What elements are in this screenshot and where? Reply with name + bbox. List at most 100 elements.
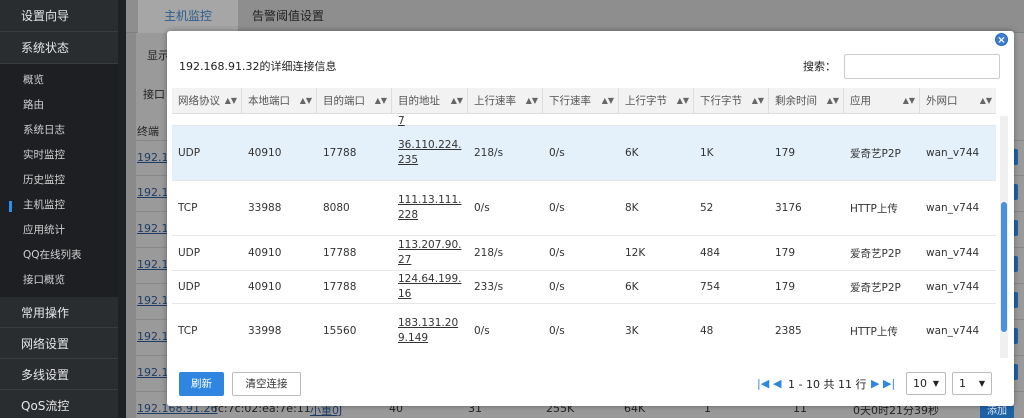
close-icon[interactable]: ×	[995, 33, 1008, 46]
table-row[interactable]: UDP 40910 17788 113.207.90.27 218/s 0/s …	[172, 236, 996, 271]
terminal-header: 终端	[137, 125, 159, 138]
cell-app: 爱奇艺P2P	[850, 147, 901, 160]
sidebar-item-app-stats[interactable]: 应用统计	[0, 218, 118, 243]
table-row[interactable]: TCP 33998 15560 183.131.209.149 0/s 0/s …	[172, 304, 996, 358]
host-ip-link[interactable]: 192.1	[137, 330, 169, 343]
sidebar-item-overview[interactable]: 概览	[0, 68, 118, 93]
cell-up-rate: 0/s	[474, 325, 490, 337]
cell-app: HTTP上传	[850, 202, 898, 215]
cell-down-bytes: 1K	[700, 147, 714, 159]
table-scrollbar[interactable]	[1000, 116, 1008, 358]
page-size-select[interactable]: 10 ▼	[906, 372, 946, 395]
sidebar-item-system-log[interactable]: 系统日志	[0, 118, 118, 143]
first-page-icon[interactable]: |◀	[757, 375, 769, 393]
cell-app: 爱奇艺P2P	[850, 281, 901, 294]
cell-up-rate: 218/s	[474, 147, 504, 159]
scrollbar-thumb[interactable]	[1001, 202, 1007, 332]
column-header-dest-port[interactable]: 目的端口 ▲▼	[317, 88, 392, 114]
dest-addr-link[interactable]: 111.13.111.228	[392, 181, 468, 235]
column-label: 外网口	[926, 95, 958, 107]
column-header-app[interactable]: 应用 ▲▼	[844, 88, 920, 114]
host-ip-link[interactable]: 192.1	[137, 294, 169, 307]
cell-local-port: 40910	[248, 247, 282, 259]
last-page-icon[interactable]: ▶|	[883, 375, 895, 393]
cell-ttl: 179	[775, 147, 796, 159]
cell-dest-port: 8080	[323, 202, 350, 214]
sidebar-item-route[interactable]: 路由	[0, 93, 118, 118]
host-ip-link[interactable]: 192.1	[137, 222, 169, 235]
column-label: 剩余时间	[775, 95, 817, 107]
sidebar-item-iface-overview[interactable]: 接口概览	[0, 268, 118, 293]
dest-addr-link[interactable]: 36.110.224.235	[392, 126, 468, 180]
cell-up-bytes: 6K	[625, 147, 639, 159]
tab-alert-threshold[interactable]: 告警阈值设置	[238, 0, 338, 33]
show-label: 显示	[147, 49, 169, 62]
table-body: 7 UDP 40910 17788 36.110.224.235 218/s 0…	[172, 114, 996, 358]
cell-local-port: 33998	[248, 325, 282, 337]
column-header-ttl[interactable]: 剩余时间 ▲▼	[769, 88, 844, 114]
sort-icon: ▲▼	[224, 96, 237, 105]
sidebar-item-label: 多线设置	[21, 367, 70, 382]
prev-page-icon[interactable]: ◀	[773, 375, 781, 393]
refresh-button[interactable]: 刷新	[179, 372, 224, 396]
dest-addr-link[interactable]: 113.207.90.27	[392, 236, 468, 270]
sidebar-item-system-status[interactable]: 系统状态	[0, 32, 118, 64]
sidebar-scrollbar[interactable]	[118, 0, 126, 418]
column-header-up-bytes[interactable]: 上行字节 ▲▼	[619, 88, 694, 114]
column-header-protocol[interactable]: 网络协议 ▲▼	[172, 88, 242, 114]
sort-icon: ▲▼	[902, 96, 915, 105]
column-header-wan[interactable]: 外网口 ▲▼	[920, 88, 996, 114]
next-page-icon[interactable]: ▶	[871, 375, 879, 393]
column-label: 目的地址	[398, 95, 440, 107]
sidebar-item-history-monitor[interactable]: 历史监控	[0, 168, 118, 193]
dest-addr-link[interactable]: 124.64.199.16	[392, 271, 468, 303]
cell-ttl: 2385	[775, 325, 802, 337]
clear-connections-button[interactable]: 清空连接	[232, 372, 301, 396]
sidebar-item-qq-online[interactable]: QQ在线列表	[0, 243, 118, 268]
sidebar-item-multiline[interactable]: 多线设置	[0, 359, 118, 390]
column-header-down-rate[interactable]: 下行速率 ▲▼	[543, 88, 619, 114]
sidebar-item-realtime-monitor[interactable]: 实时监控	[0, 143, 118, 168]
search-input[interactable]	[844, 54, 1000, 79]
column-label: 下行字节	[700, 95, 742, 107]
sidebar-item-common-ops[interactable]: 常用操作	[0, 297, 118, 328]
cell-down-rate: 0/s	[549, 202, 565, 214]
dest-addr-link[interactable]: 183.131.209.149	[392, 304, 468, 358]
pagination-summary: 1 - 10 共 11 行	[788, 378, 867, 391]
cell-ttl: 179	[775, 281, 796, 293]
sidebar-item-network-settings[interactable]: 网络设置	[0, 328, 118, 359]
page-number-select[interactable]: 1 ▼	[952, 372, 992, 395]
table-row[interactable]: 7	[172, 114, 996, 126]
tab-host-monitor[interactable]: 主机监控	[138, 0, 238, 33]
cell-up-rate: 0/s	[474, 202, 490, 214]
column-header-down-bytes[interactable]: 下行字节 ▲▼	[694, 88, 769, 114]
column-header-local-port[interactable]: 本地端口 ▲▼	[242, 88, 317, 114]
connection-detail-dialog: × 192.168.91.32的详细连接信息 搜索： 网络协议 ▲▼ 本地端口 ▲▼…	[167, 31, 1014, 406]
sidebar-item-setup-wizard[interactable]: 设置向导	[0, 0, 118, 32]
cell-down-rate: 0/s	[549, 325, 565, 337]
table-row[interactable]: UDP 40910 17788 124.64.199.16 233/s 0/s …	[172, 271, 996, 304]
sidebar-item-label: 设置向导	[21, 9, 70, 23]
sidebar-submenu: 概览 路由 系统日志 实时监控 历史监控 主机监控 应用统计 QQ在线列表 接口…	[0, 64, 118, 297]
sidebar-item-qos[interactable]: QoS流控	[0, 390, 118, 418]
column-header-up-rate[interactable]: 上行速率 ▲▼	[468, 88, 543, 114]
cell-up-bytes: 8K	[625, 202, 639, 214]
cell-protocol: UDP	[178, 247, 201, 259]
sidebar-item-host-monitor[interactable]: 主机监控	[0, 193, 118, 218]
host-ip-link[interactable]: 192.1	[137, 366, 169, 379]
host-ip-link[interactable]: 192.1	[137, 258, 169, 271]
cell-wan: wan_v744	[926, 247, 980, 259]
table-row[interactable]: TCP 33988 8080 111.13.111.228 0/s 0/s 8K…	[172, 181, 996, 236]
host-ip-link[interactable]: 192.1	[137, 151, 169, 164]
host-ip-link[interactable]: 192.1	[137, 186, 169, 199]
add-button[interactable]: 添加	[980, 406, 1014, 418]
table-header: 网络协议 ▲▼ 本地端口 ▲▼ 目的端口 ▲▼ 目的地址 ▲▼ 上行速率 ▲▼ 下行速率 ▲…	[172, 88, 996, 114]
column-header-dest-addr[interactable]: 目的地址 ▲▼	[392, 88, 468, 114]
cell-down-bytes: 754	[700, 281, 721, 293]
dest-addr-link[interactable]: 7	[392, 114, 468, 127]
sidebar: 设置向导 系统状态 概览 路由 系统日志 实时监控 历史监控 主机监控 应用统计…	[0, 0, 126, 418]
table-row[interactable]: UDP 40910 17788 36.110.224.235 218/s 0/s…	[172, 126, 996, 181]
dialog-footer: 刷新 清空连接 |◀ ◀ 1 - 10 共 11 行 ▶ ▶| 10 ▼ 1 ▼	[167, 366, 1014, 406]
cell-down-bytes: 48	[700, 325, 714, 337]
cell-down-rate: 0/s	[549, 147, 565, 159]
